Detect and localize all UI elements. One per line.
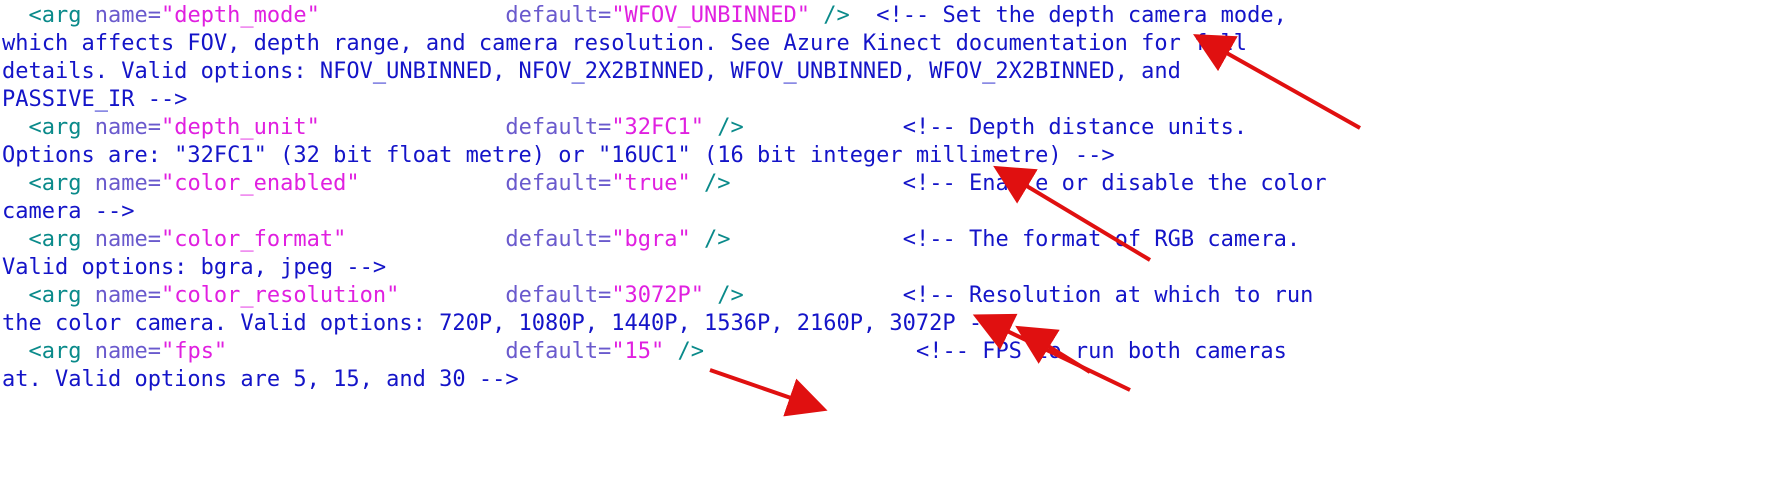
code-editor[interactable]: <arg name="depth_mode" default="WFOV_UNB… (0, 0, 1782, 480)
tag-close: /> (704, 115, 744, 140)
comment: <!-- Depth distance units. (743, 115, 1248, 140)
attr-default: default= (505, 339, 612, 364)
code-line-comment: which affects FOV, depth range, and came… (2, 31, 1248, 56)
code-line-color-resolution: <arg name="color_resolution" default="30… (2, 282, 1313, 310)
code-line-depth-mode: <arg name="depth_mode" default="WFOV_UNB… (2, 2, 1287, 30)
attr-default: default= (505, 283, 612, 308)
attr-default: default= (505, 3, 612, 28)
code-line-comment: the color camera. Valid options: 720P, 1… (2, 311, 1009, 336)
xml-tag: <arg (2, 3, 95, 28)
code-line-comment: Options are: "32FC1" (32 bit float metre… (2, 143, 1115, 168)
xml-tag: <arg (2, 115, 95, 140)
tag-close: /> (810, 3, 850, 28)
comment: <!-- Set the depth camera mode, (849, 3, 1287, 28)
code-line-fps: <arg name="fps" default="15" /> <!-- FPS… (2, 338, 1287, 366)
xml-tag: <arg (2, 171, 95, 196)
attr-value: "depth_mode" (160, 3, 320, 28)
default-value: "bgra" (611, 227, 691, 252)
attr-name: name= (94, 283, 161, 308)
attr-value: "color_resolution" (160, 283, 400, 308)
xml-tag: <arg (2, 227, 95, 252)
default-value: "3072P" (611, 283, 705, 308)
code-line-comment: Valid options: bgra, jpeg --> (2, 255, 387, 280)
comment: <!-- The format of RGB camera. (730, 227, 1301, 252)
tag-close: /> (690, 171, 731, 196)
attr-default: default= (505, 227, 612, 252)
attr-name: name= (94, 227, 161, 252)
comment: <!-- FPS to run both cameras (704, 339, 1287, 364)
attr-name: name= (94, 171, 161, 196)
attr-default: default= (505, 115, 612, 140)
xml-tag: <arg (2, 339, 95, 364)
comment: <!-- Resolution at which to run (743, 283, 1314, 308)
tag-close: /> (704, 283, 744, 308)
code-line-color-enabled: <arg name="color_enabled" default="true"… (2, 170, 1327, 198)
attr-value: "color_enabled" (160, 171, 360, 196)
default-value: "32FC1" (611, 115, 705, 140)
code-line-color-format: <arg name="color_format" default="bgra" … (2, 226, 1300, 254)
tag-close: /> (664, 339, 705, 364)
attr-name: name= (94, 3, 161, 28)
code-line-comment: details. Valid options: NFOV_UNBINNED, N… (2, 59, 1181, 84)
code-line-comment: at. Valid options are 5, 15, and 30 --> (2, 367, 519, 392)
attr-default: default= (505, 171, 612, 196)
comment: <!-- Enable or disable the color (730, 171, 1327, 196)
code-line-depth-unit: <arg name="depth_unit" default="32FC1" /… (2, 114, 1247, 142)
default-value: "WFOV_UNBINNED" (611, 3, 810, 28)
attr-value: "depth_unit" (160, 115, 320, 140)
xml-tag: <arg (2, 283, 95, 308)
default-value: "15" (611, 339, 665, 364)
default-value: "true" (611, 171, 691, 196)
attr-name: name= (94, 339, 161, 364)
attr-value: "color_format" (160, 227, 347, 252)
attr-name: name= (94, 115, 161, 140)
tag-close: /> (690, 227, 731, 252)
code-line-comment: PASSIVE_IR --> (2, 87, 188, 112)
code-line-comment: camera --> (2, 199, 135, 224)
attr-value: "fps" (160, 339, 228, 364)
